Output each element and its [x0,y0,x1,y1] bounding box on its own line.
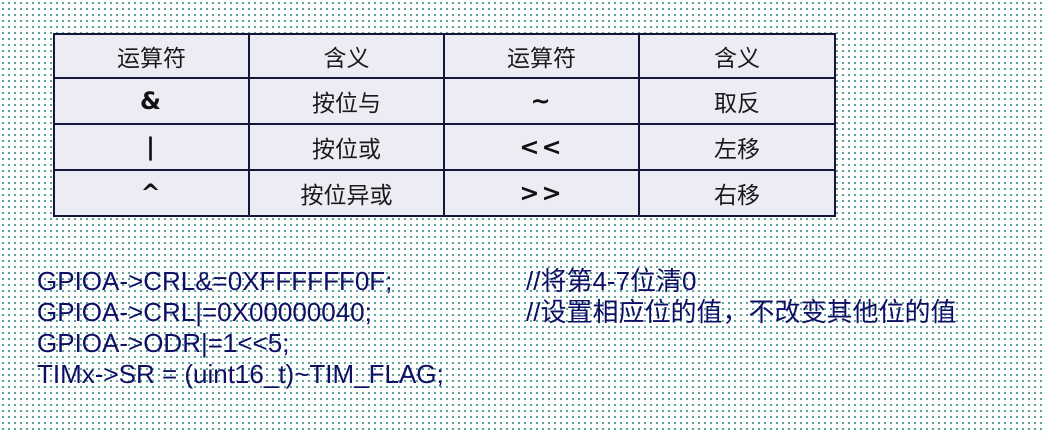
table-row: & 按位与 ~ 取反 [53,77,836,125]
meaning-right-shift: 右移 [638,169,836,217]
operator-xor: ^ [53,169,250,217]
code-statement: GPIOA->CRL&=0XFFFFFF0F; [37,266,393,296]
operator-or: | [53,123,250,171]
code-comment: //设置相应位的值，不改变其他位的值 [526,297,957,327]
code-line: TIMx->SR = (uint16_t)~TIM_FLAG; [37,359,1042,390]
code-statement: GPIOA->ODR|=1<<5; [37,328,290,358]
meaning-xor: 按位异或 [248,169,445,217]
operator-and: & [53,77,250,125]
code-statement: TIMx->SR = (uint16_t)~TIM_FLAG; [37,359,444,389]
code-examples: GPIOA->CRL&=0XFFFFFF0F; //将第4-7位清0 GPIOA… [37,266,1042,390]
code-line: GPIOA->ODR|=1<<5; [37,328,1042,359]
table-header-row: 运算符 含义 运算符 含义 [53,33,836,79]
header-operator-2: 运算符 [443,33,640,79]
operator-left-shift: << [443,123,640,171]
bitwise-operator-table: 运算符 含义 运算符 含义 & 按位与 ~ 取反 | 按位或 << 左移 ^ 按… [53,33,836,217]
meaning-or: 按位或 [248,123,445,171]
meaning-and: 按位与 [248,77,445,125]
header-meaning-2: 含义 [638,33,836,79]
meaning-not: 取反 [638,77,836,125]
code-line: GPIOA->CRL&=0XFFFFFF0F; //将第4-7位清0 [37,266,1042,297]
operator-right-shift: >> [443,169,640,217]
header-meaning-1: 含义 [248,33,445,79]
code-line: GPIOA->CRL|=0X00000040; //设置相应位的值，不改变其他位… [37,297,1042,328]
meaning-left-shift: 左移 [638,123,836,171]
operator-not: ~ [443,77,640,125]
table-row: | 按位或 << 左移 [53,123,836,171]
table-row: ^ 按位异或 >> 右移 [53,169,836,217]
code-statement: GPIOA->CRL|=0X00000040; [37,297,372,327]
code-comment: //将第4-7位清0 [526,266,697,296]
header-operator-1: 运算符 [53,33,250,79]
